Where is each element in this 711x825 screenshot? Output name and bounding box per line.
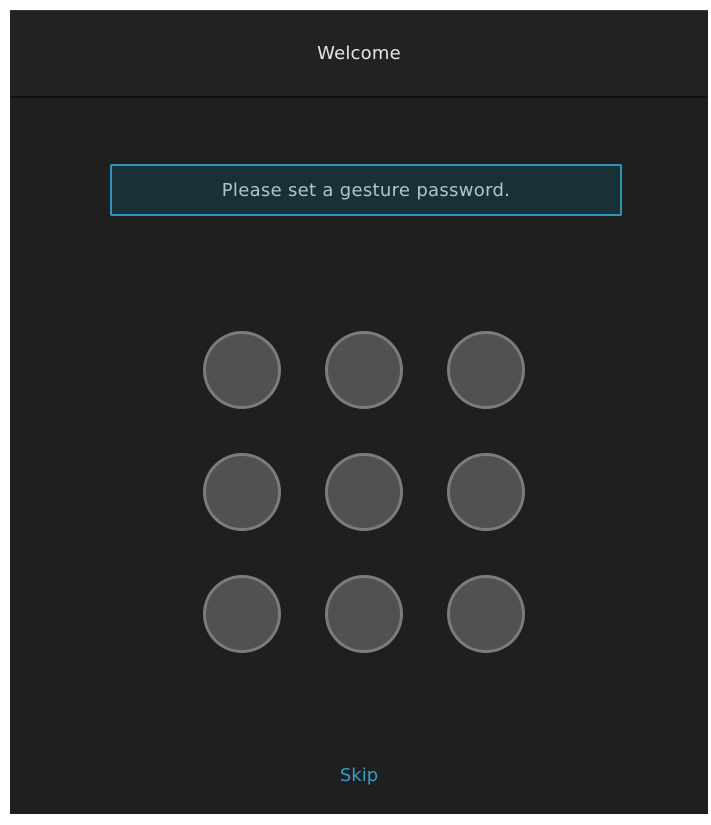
gesture-pattern-grid[interactable] xyxy=(203,331,529,657)
page-title: Welcome xyxy=(317,43,401,64)
skip-link[interactable]: Skip xyxy=(10,765,708,786)
gesture-dot[interactable] xyxy=(203,331,281,409)
gesture-dot[interactable] xyxy=(447,575,525,653)
gesture-dot[interactable] xyxy=(203,575,281,653)
gesture-dot[interactable] xyxy=(325,453,403,531)
title-bar: Welcome xyxy=(10,11,708,98)
gesture-prompt: Please set a gesture password. xyxy=(110,164,622,216)
gesture-dot[interactable] xyxy=(203,453,281,531)
gesture-prompt-text: Please set a gesture password. xyxy=(221,179,511,201)
gesture-dot[interactable] xyxy=(447,331,525,409)
gesture-dot[interactable] xyxy=(447,453,525,531)
gesture-dot[interactable] xyxy=(325,331,403,409)
gesture-dot[interactable] xyxy=(325,575,403,653)
app-window: Welcome Please set a gesture password. S… xyxy=(10,10,708,814)
